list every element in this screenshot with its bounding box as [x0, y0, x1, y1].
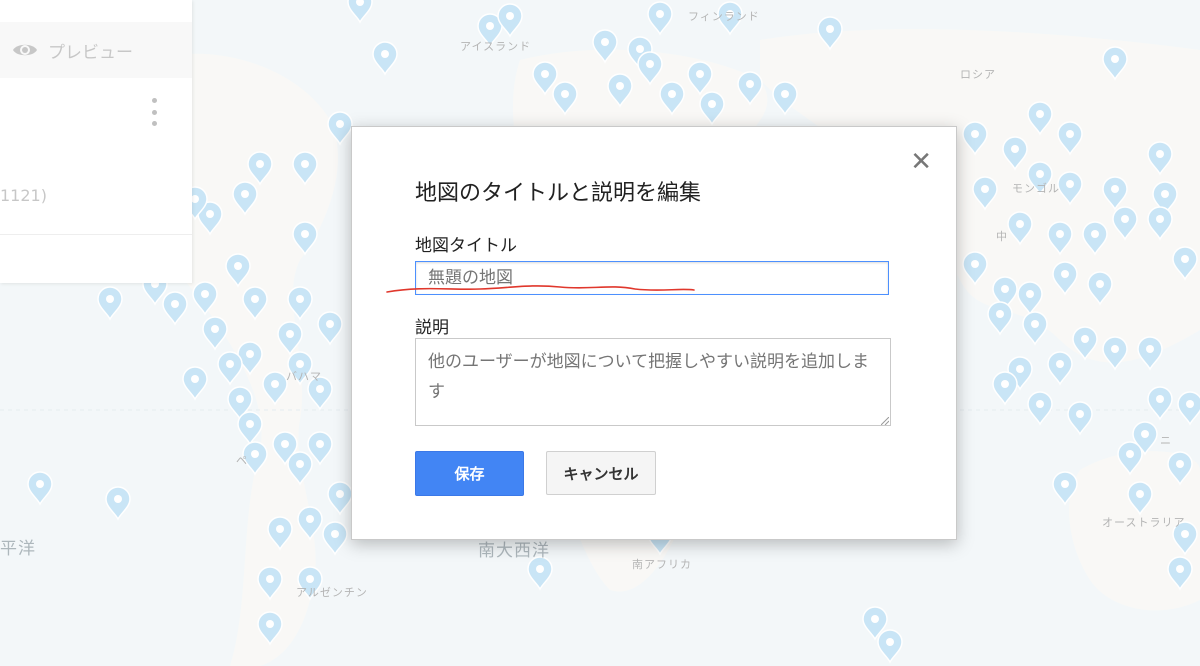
close-icon[interactable]: ✕	[910, 149, 932, 175]
resize-grip-icon[interactable]	[881, 417, 889, 425]
map-title-label: 地図タイトル	[415, 236, 517, 256]
cancel-button[interactable]: キャンセル	[546, 451, 656, 495]
description-textarea[interactable]	[415, 338, 891, 426]
edit-map-dialog: ✕ 地図のタイトルと説明を編集 地図タイトル 説明 保存 キャンセル	[351, 126, 957, 540]
description-label: 説明	[415, 318, 449, 338]
save-button[interactable]: 保存	[415, 451, 524, 496]
dialog-title: 地図のタイトルと説明を編集	[415, 181, 702, 206]
map-title-input[interactable]	[415, 261, 889, 295]
